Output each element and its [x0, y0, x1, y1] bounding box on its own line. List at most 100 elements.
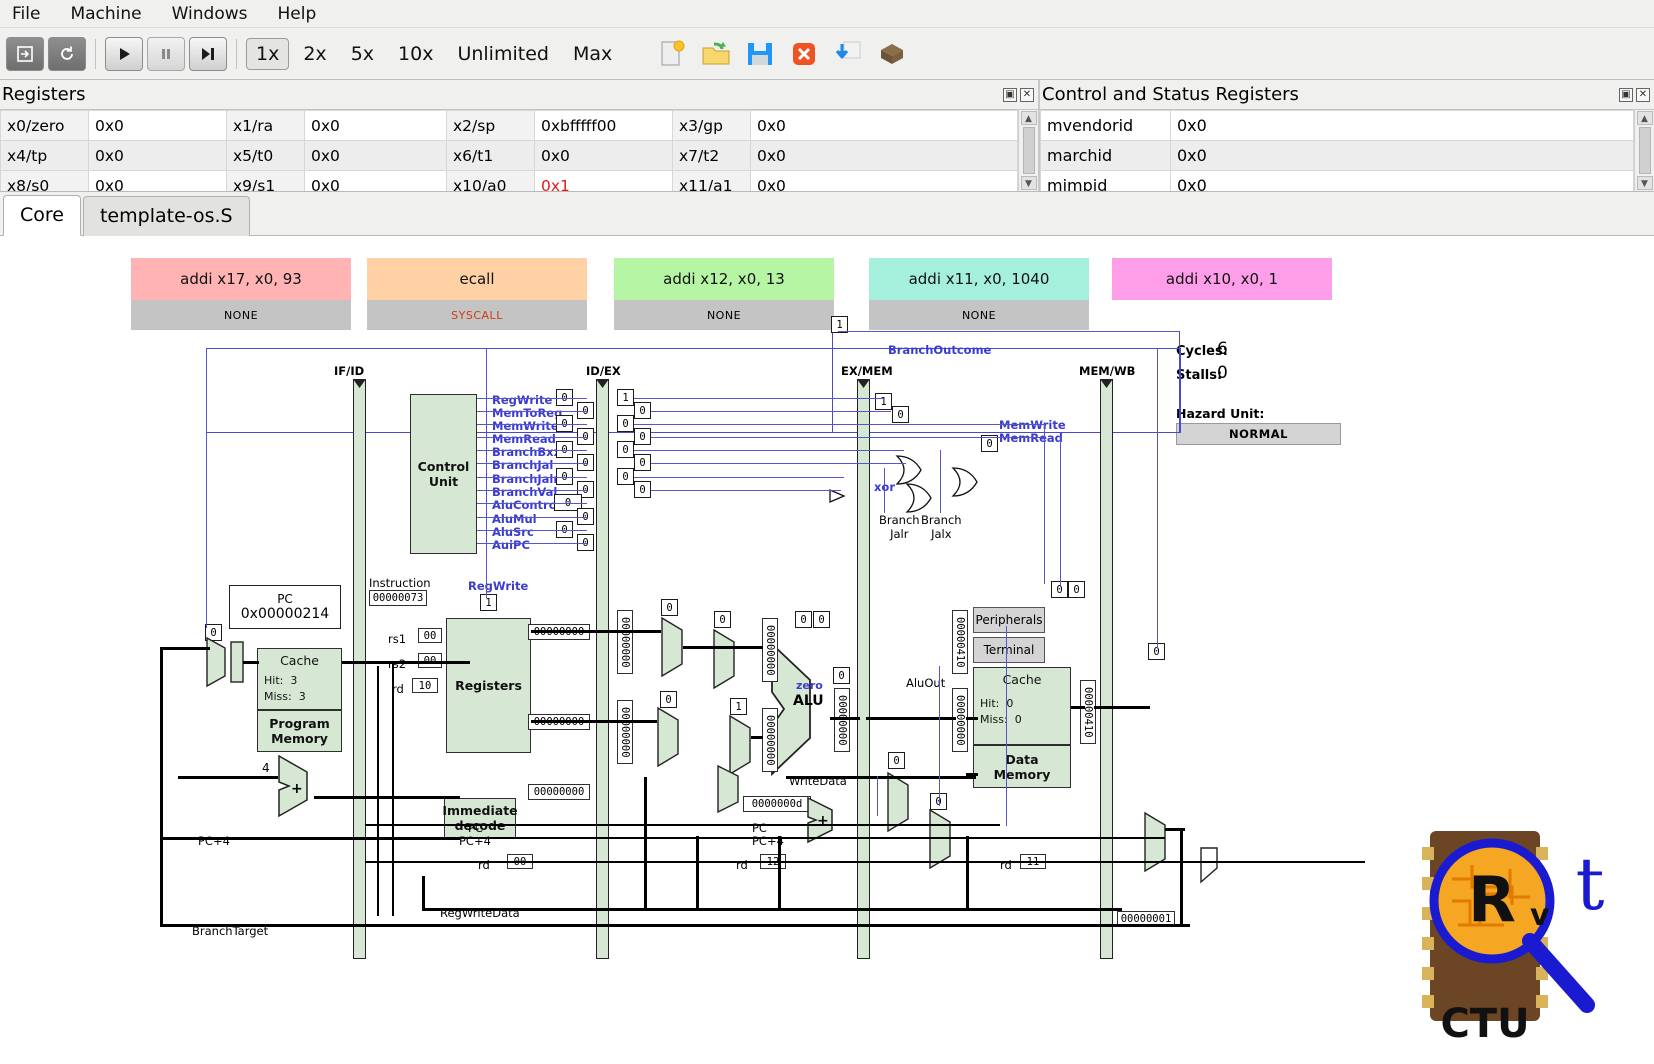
bus-pc4-stage [365, 837, 1165, 839]
step-button[interactable] [189, 36, 227, 71]
ctrl-wire-alucontrol [477, 503, 587, 504]
csr-value[interactable]: 0x0 [1170, 170, 1634, 191]
pipeline-card-instruction: ecall [459, 270, 495, 288]
registers-scrollbar[interactable]: ▲ ▼ [1018, 110, 1038, 191]
speed-max[interactable]: Max [563, 38, 622, 70]
reg-value[interactable]: 0xbfffff00 [534, 110, 673, 141]
package-button[interactable] [872, 35, 912, 73]
speed-1x[interactable]: 1x [246, 37, 290, 70]
pc-box: PC 0x00000214 [229, 585, 341, 629]
branch-adder-plus: + [817, 813, 829, 829]
table-row[interactable]: mvendorid 0x0 [1040, 110, 1634, 141]
wire-label-memwrite: MemWrite [999, 418, 1066, 432]
new-file-button[interactable] [652, 35, 692, 73]
reg-value[interactable]: 0x0 [750, 110, 1018, 141]
close-button[interactable] [784, 35, 824, 73]
rs2-label: rs2 [388, 657, 407, 671]
pipeline-card-status: SYSCALL [367, 300, 587, 330]
panel-close-icon[interactable]: ✕ [1636, 87, 1650, 102]
reset-button[interactable] [48, 36, 86, 71]
float-icon[interactable]: ▣ [1003, 87, 1017, 102]
table-row[interactable]: x4/tp 0x0 x5/t0 0x0 x6/t1 0x0 x7/t2 0x0 [0, 140, 1018, 171]
data-memory-line2: Memory [993, 766, 1051, 782]
csr-title-text: Control and Status Registers [1042, 84, 1299, 105]
reg-name: x6/t1 [446, 140, 535, 171]
menu-item-help[interactable]: Help [274, 2, 321, 26]
download-button[interactable] [828, 35, 868, 73]
bus-pc-feedback [160, 647, 210, 650]
reg-value[interactable]: 0x0 [88, 140, 227, 171]
scroll-thumb[interactable] [1022, 127, 1035, 174]
speed-2x[interactable]: 2x [293, 38, 336, 70]
ctrl-wire-jalx [940, 450, 941, 513]
scroll-up-icon[interactable]: ▲ [1636, 111, 1653, 125]
play-icon [120, 47, 130, 60]
reg-value[interactable]: 0x0 [534, 140, 673, 171]
signal-value-ex-memwrite: 0 [617, 415, 634, 432]
scroll-down-icon[interactable]: ▼ [1020, 176, 1037, 190]
speed-unlimited[interactable]: Unlimited [447, 38, 559, 70]
signal-value-mem-regwrite: 1 [875, 393, 892, 410]
open-folder-button[interactable] [696, 35, 736, 73]
reg-value[interactable]: 0x0 [304, 110, 447, 141]
miss-value: 0 [1014, 713, 1022, 726]
table-row[interactable]: mimpid 0x0 [1040, 170, 1634, 191]
bus-rs2-data [531, 720, 657, 723]
hit-value: 0 [1006, 697, 1014, 710]
csr-panel-controls: ▣ ✕ [1619, 87, 1650, 102]
step-icon [202, 47, 214, 60]
ctrl-wire-regwrite-feedback [486, 348, 487, 598]
ctrl-wire-alusrc [477, 530, 587, 531]
pause-button[interactable] [147, 36, 185, 71]
reg-value[interactable]: 0x0 [304, 140, 447, 171]
open-elf-button[interactable] [6, 36, 44, 71]
play-button[interactable] [105, 36, 143, 71]
table-row[interactable]: x8/s0 0x0 x9/s1 0x0 x10/a0 0x1 x11/a1 0x… [0, 170, 1018, 191]
peripherals-block: Peripherals [973, 607, 1045, 633]
signal-value-ex-branchjal: 0 [634, 454, 651, 471]
tab-core[interactable]: Core [3, 195, 81, 236]
reg-value[interactable]: 0x0 [88, 170, 227, 191]
float-icon[interactable]: ▣ [1619, 87, 1633, 102]
svg-text:t: t [1576, 842, 1605, 926]
panel-close-icon[interactable]: ✕ [1020, 87, 1034, 102]
writedata-mux [717, 764, 739, 814]
ctrl-wire-wb [1157, 348, 1158, 648]
registers-title-text: Registers [2, 84, 86, 105]
ctu-logo: R v t CTU [1422, 831, 1605, 1044]
regwrite-wb-value: 1 [480, 594, 497, 611]
speed-5x[interactable]: 5x [341, 38, 384, 70]
mem-mux-select: 0 [888, 752, 905, 769]
signal-label-auipc: AuiPC [492, 538, 530, 552]
signal-value-ex-branchjalr: 0 [617, 468, 634, 485]
reg-value[interactable]: 0x0 [88, 110, 227, 141]
signal-label-branchjalr: BranchJalr [492, 472, 560, 486]
reg-value-changed[interactable]: 0x1 [534, 170, 673, 191]
scroll-down-icon[interactable]: ▼ [1636, 176, 1653, 190]
csr-value[interactable]: 0x0 [1170, 110, 1634, 141]
reg-name: x5/t0 [226, 140, 305, 171]
tab-template-os[interactable]: template-os.S [82, 196, 250, 236]
table-row[interactable]: marchid 0x0 [1040, 140, 1634, 171]
package-icon [881, 43, 904, 64]
pipeline-card-id: ecall SYSCALL [367, 258, 587, 330]
data-cache-label: Cache [1002, 672, 1042, 687]
hit-label: Hit: [264, 674, 284, 687]
instruction-cache-hit: Hit: 3 [264, 674, 297, 687]
bus-muxb-to-alu [751, 736, 763, 739]
rs1-label: rs1 [388, 632, 407, 646]
table-row[interactable]: x0/zero 0x0 x1/ra 0x0 x2/sp 0xbfffff00 x… [0, 110, 1018, 141]
reg-value[interactable]: 0x0 [304, 170, 447, 191]
ctrl-wire-regwrite [477, 398, 587, 399]
menu-item-windows[interactable]: Windows [168, 2, 252, 26]
scroll-thumb[interactable] [1638, 127, 1651, 174]
reg-value[interactable]: 0x0 [750, 140, 1018, 171]
csr-scrollbar[interactable]: ▲ ▼ [1634, 110, 1654, 191]
menu-item-machine[interactable]: Machine [66, 2, 145, 26]
save-button[interactable] [740, 35, 780, 73]
csr-value[interactable]: 0x0 [1170, 140, 1634, 171]
speed-10x[interactable]: 10x [388, 38, 443, 70]
menu-item-file[interactable]: File [8, 2, 44, 26]
reg-value[interactable]: 0x0 [750, 170, 1018, 191]
scroll-up-icon[interactable]: ▲ [1020, 111, 1037, 125]
